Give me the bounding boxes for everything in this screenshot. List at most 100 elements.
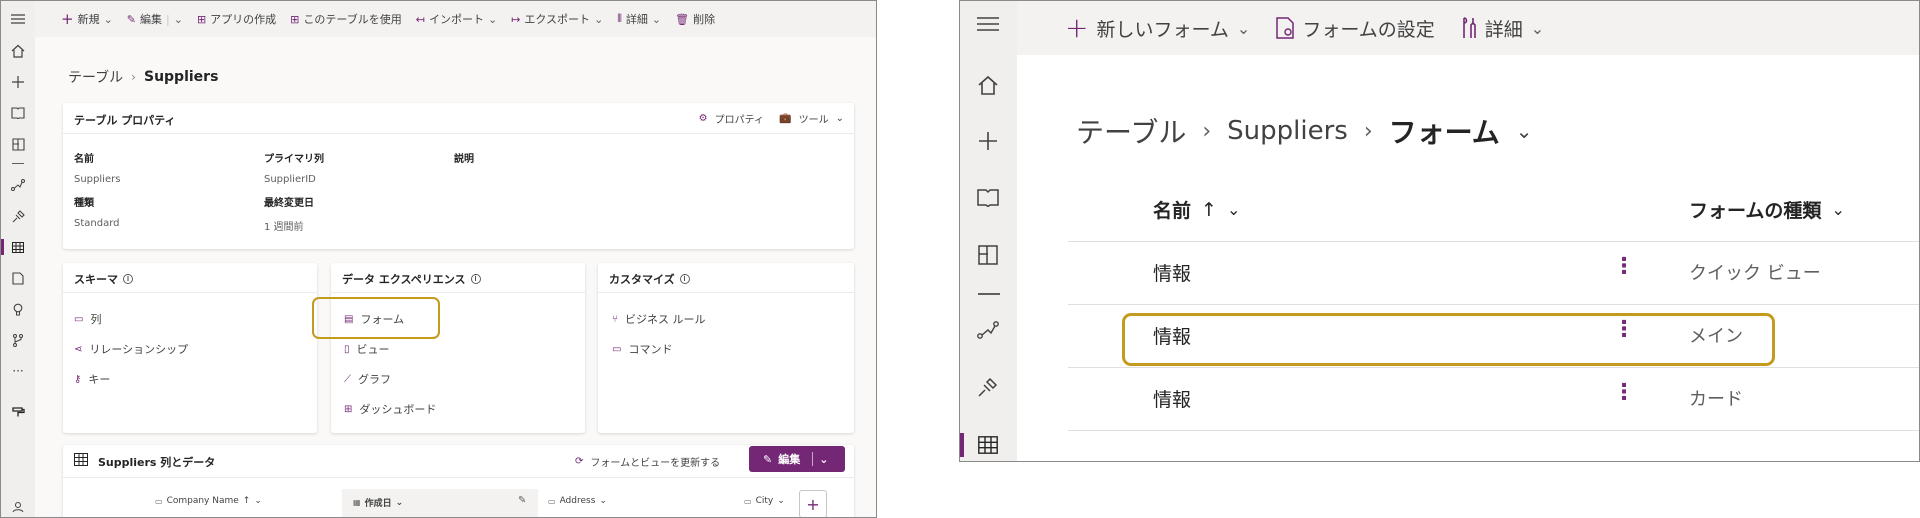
new-button[interactable]: + 新規 ⌄ [61, 10, 113, 28]
apps-icon[interactable] [8, 134, 28, 154]
document-icon[interactable] [8, 268, 28, 288]
views-link[interactable]: ▯ ビュー [344, 341, 390, 357]
person-icon[interactable] [8, 498, 28, 516]
more-icon[interactable]: ··· [8, 361, 28, 381]
charts-link[interactable]: ⟋ グラフ [344, 371, 391, 387]
resize-edit-icon[interactable]: ✎ [518, 495, 526, 506]
column-type-icon: ▭ [744, 496, 752, 506]
rail-divider [978, 293, 1000, 295]
table-icon[interactable] [974, 431, 1002, 459]
card-divider [331, 292, 585, 293]
dashboards-link[interactable]: ⊞ ダッシュボード [344, 401, 436, 417]
chevron-down-icon: ⌄ [777, 496, 785, 506]
import-button[interactable]: ↤ インポート ⌄ [416, 11, 497, 27]
info-icon: i [470, 274, 481, 284]
hamburger-icon[interactable] [8, 11, 28, 27]
chevron-down-icon: ⌄ [835, 113, 844, 124]
name-value: Suppliers [74, 174, 121, 185]
add-column-button[interactable]: + [799, 490, 827, 517]
update-forms-link[interactable]: ⟳ フォームとビューを更新する [575, 454, 720, 469]
flow-icon[interactable] [974, 316, 1002, 344]
relationships-link[interactable]: ⋖ リレーションシップ [74, 341, 188, 357]
table-icon[interactable] [8, 237, 28, 257]
row-more-icon[interactable]: ⋮ [1613, 256, 1635, 278]
split-divider [812, 452, 814, 466]
chevron-down-icon: ⌄ [103, 12, 113, 26]
edit-primary-button[interactable]: ✎ 編集 ⌄ [749, 446, 845, 472]
details-button[interactable]: 詳細 ⌄ [1461, 15, 1544, 42]
breadcrumb-suppliers[interactable]: Suppliers [1227, 116, 1348, 146]
rail-divider [12, 163, 24, 164]
branch-icon[interactable] [8, 330, 28, 350]
column-header-form-type[interactable]: フォームの種類 ⌄ [1689, 196, 1845, 223]
plus-icon[interactable] [8, 72, 28, 92]
form-settings-button[interactable]: フォームの設定 [1276, 15, 1435, 42]
columns-data-title: Suppliers 列とデータ [98, 456, 216, 469]
pencil-icon: ✎ [763, 452, 773, 466]
forms-command-bar: + 新しいフォーム ⌄ フォームの設定 詳細 ⌄ [1017, 1, 1919, 55]
book-icon[interactable] [974, 184, 1002, 212]
breadcrumb-tables[interactable]: テーブル [1076, 111, 1186, 151]
business-rules-link[interactable]: ⑂ ビジネス ルール [612, 311, 706, 327]
form-name-cell[interactable]: 情報 [1153, 385, 1191, 412]
app-grid-icon: ⊞ [196, 12, 207, 26]
table-row[interactable]: 情報 ⋮ クイック ビュー [1068, 242, 1919, 304]
delete-button[interactable]: 🗑 削除 [675, 11, 715, 27]
home-icon[interactable] [8, 41, 28, 61]
column-header-created[interactable]: ▦ 作成日 ⌄ [353, 496, 403, 510]
rail-selected-indicator [1, 239, 4, 255]
book-icon[interactable] [8, 103, 28, 123]
grid-table-icon [74, 453, 88, 466]
plug-icon[interactable] [974, 373, 1002, 401]
command-bar: + 新規 ⌄ ✎ 編集 | ⌄ ⊞ アプリの作成 ⊞ このテーブルを使用 ↤ インポート ⌄ ↦ エ… [35, 1, 876, 37]
column-header-name[interactable]: 名前 ↑ ⌄ [1153, 196, 1240, 223]
details-button[interactable]: ⫴ 詳細 ⌄ [617, 11, 661, 27]
table-properties-card: テーブル プロパティ ⚙ プロパティ 💼 ツール ⌄ 名前 Suppliers プライ… [63, 103, 854, 249]
columns-link[interactable]: ▭ 列 [74, 311, 101, 327]
type-label: 種類 [74, 198, 94, 209]
create-app-button[interactable]: ⊞ アプリの作成 [197, 11, 276, 27]
home-icon[interactable] [974, 71, 1002, 99]
column-type-icon: ▭ [155, 496, 163, 506]
apps-icon[interactable] [974, 241, 1002, 269]
use-table-button[interactable]: ⊞ このテーブルを使用 [290, 11, 402, 27]
columns-data-card: Suppliers 列とデータ ⟳ フォームとビューを更新する ✎ 編集 ⌄ ▭ C… [63, 445, 854, 517]
key-icon: ⚷ [74, 373, 82, 385]
chevron-down-icon[interactable]: ⌄ [1516, 119, 1533, 143]
card-divider [63, 292, 317, 293]
breadcrumb-separator: › [1363, 118, 1373, 144]
export-button[interactable]: ↦ エクスポート ⌄ [511, 11, 603, 27]
form-name-cell[interactable]: 情報 [1153, 259, 1191, 286]
roller-icon[interactable] [8, 401, 28, 421]
chevron-down-icon: ⌄ [599, 496, 607, 506]
keys-link[interactable]: ⚷ キー [74, 371, 110, 387]
breadcrumb-tables[interactable]: テーブル [68, 67, 123, 87]
sort-up-icon: ↑ [1201, 198, 1217, 221]
plug-icon[interactable] [8, 206, 28, 226]
table-row[interactable]: 情報 ⋮ カード [1068, 368, 1919, 430]
info-icon: i [679, 274, 690, 284]
breadcrumb-separator: › [131, 70, 136, 84]
edit-button[interactable]: ✎ 編集 | ⌄ [127, 11, 183, 27]
properties-button[interactable]: ⚙ プロパティ [699, 111, 764, 126]
column-header-city[interactable]: ▭ City ⌄ [744, 496, 785, 506]
new-form-button[interactable]: + 新しいフォーム ⌄ [1065, 14, 1250, 42]
customize-card: カスタマイズ i ⑂ ビジネス ルール ▭ コマンド [598, 263, 854, 433]
chart-icon: ⟋ [344, 373, 351, 385]
column-header-address[interactable]: ▭ Address ⌄ [548, 496, 607, 506]
row-more-icon[interactable]: ⋮ [1613, 382, 1635, 404]
tools-button[interactable]: 💼 ツール ⌄ [779, 111, 844, 126]
plus-icon: + [1065, 11, 1089, 44]
chevron-down-icon: ⌄ [487, 12, 498, 26]
commands-link[interactable]: ▭ コマンド [612, 341, 672, 357]
flow-icon[interactable] [8, 175, 28, 195]
chevron-down-icon: ⌄ [594, 12, 604, 26]
left-nav-rail: ··· [1, 1, 35, 517]
tools-icon [1461, 17, 1477, 39]
hamburger-icon[interactable] [974, 13, 1002, 35]
plus-icon[interactable] [974, 127, 1002, 155]
chevron-down-icon: ⌄ [1530, 18, 1545, 38]
column-header-company[interactable]: ▭ Company Name ↑ ⌄ [155, 496, 262, 506]
bulb-icon[interactable] [8, 299, 28, 319]
chevron-down-icon: ⌄ [173, 12, 183, 26]
